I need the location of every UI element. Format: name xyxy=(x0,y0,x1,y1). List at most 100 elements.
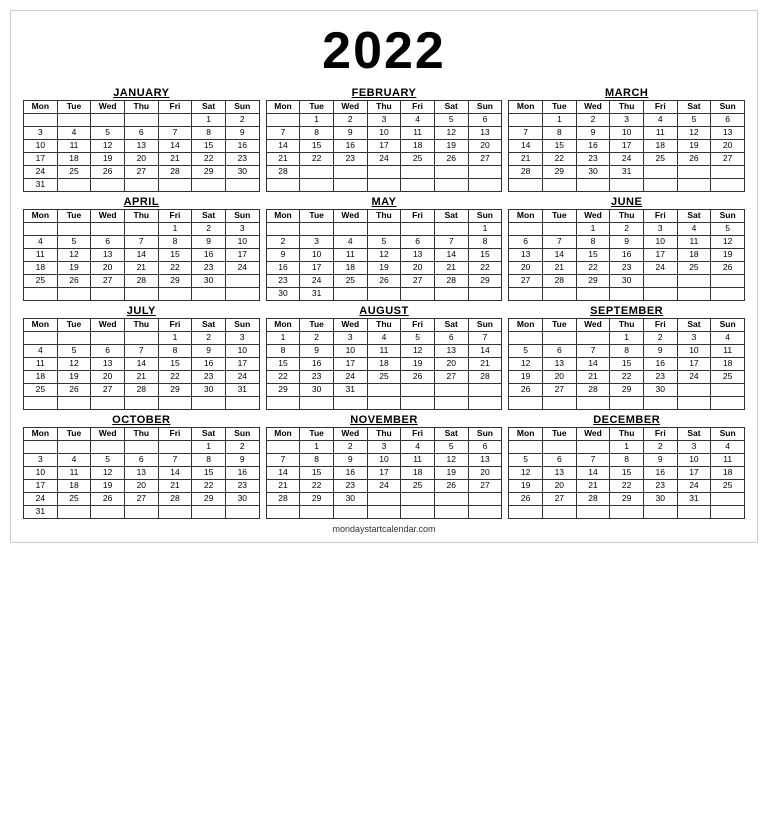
day-cell: 12 xyxy=(91,467,125,480)
table-row: 262728293031 xyxy=(509,493,745,506)
month-table: MonTueWedThuFriSatSun1234567891011121314… xyxy=(23,209,260,301)
day-cell: 25 xyxy=(57,166,91,179)
day-cell: 8 xyxy=(468,236,502,249)
day-cell xyxy=(711,384,745,397)
day-cell: 26 xyxy=(509,493,543,506)
day-cell: 25 xyxy=(401,153,435,166)
day-cell: 8 xyxy=(300,454,334,467)
day-cell xyxy=(367,179,401,192)
day-header: Thu xyxy=(367,101,401,114)
day-cell xyxy=(643,506,677,519)
day-cell: 5 xyxy=(367,236,401,249)
day-header: Tue xyxy=(57,101,91,114)
day-cell: 7 xyxy=(509,127,543,140)
day-cell xyxy=(509,114,543,127)
day-cell: 14 xyxy=(509,140,543,153)
table-row xyxy=(266,397,502,410)
day-cell xyxy=(333,397,367,410)
day-header: Thu xyxy=(610,210,644,223)
day-cell: 24 xyxy=(225,262,259,275)
day-cell: 31 xyxy=(24,506,58,519)
month-title: MAY xyxy=(266,196,503,208)
day-cell: 18 xyxy=(57,153,91,166)
day-header: Sat xyxy=(677,428,711,441)
day-cell: 1 xyxy=(610,441,644,454)
day-cell: 24 xyxy=(367,153,401,166)
day-cell: 24 xyxy=(643,262,677,275)
day-cell xyxy=(266,441,300,454)
day-header: Mon xyxy=(509,428,543,441)
day-cell xyxy=(509,223,543,236)
day-cell: 16 xyxy=(225,467,259,480)
day-cell: 6 xyxy=(401,236,435,249)
day-cell: 19 xyxy=(509,480,543,493)
day-header: Wed xyxy=(333,428,367,441)
day-cell: 26 xyxy=(434,153,468,166)
day-cell xyxy=(367,384,401,397)
day-cell: 7 xyxy=(434,236,468,249)
day-cell: 2 xyxy=(225,441,259,454)
day-header: Mon xyxy=(266,428,300,441)
day-cell: 7 xyxy=(542,236,576,249)
day-cell: 23 xyxy=(576,153,610,166)
day-cell: 30 xyxy=(643,384,677,397)
day-cell: 12 xyxy=(57,358,91,371)
day-cell: 21 xyxy=(468,358,502,371)
day-cell xyxy=(333,179,367,192)
day-cell: 29 xyxy=(266,384,300,397)
day-header: Mon xyxy=(266,101,300,114)
day-cell: 23 xyxy=(300,371,334,384)
day-cell: 26 xyxy=(57,275,91,288)
day-cell xyxy=(24,397,58,410)
day-cell: 14 xyxy=(266,140,300,153)
day-header: Sat xyxy=(677,319,711,332)
day-cell: 15 xyxy=(610,467,644,480)
day-cell: 14 xyxy=(434,249,468,262)
day-cell xyxy=(677,166,711,179)
day-cell xyxy=(542,288,576,301)
day-cell: 9 xyxy=(333,127,367,140)
day-header: Wed xyxy=(576,428,610,441)
day-cell: 16 xyxy=(300,358,334,371)
table-row: 24252627282930 xyxy=(24,166,260,179)
day-cell: 1 xyxy=(192,441,226,454)
day-cell: 2 xyxy=(643,441,677,454)
table-row: 2345678 xyxy=(266,236,502,249)
table-row: 9101112131415 xyxy=(266,249,502,262)
day-cell: 17 xyxy=(610,140,644,153)
day-cell: 24 xyxy=(333,371,367,384)
day-cell: 25 xyxy=(57,493,91,506)
day-cell: 19 xyxy=(57,262,91,275)
day-cell: 25 xyxy=(643,153,677,166)
day-cell: 9 xyxy=(192,345,226,358)
day-cell xyxy=(57,397,91,410)
day-cell: 9 xyxy=(610,236,644,249)
day-header: Wed xyxy=(91,428,125,441)
day-cell: 29 xyxy=(468,275,502,288)
month-block-january: JANUARYMonTueWedThuFriSatSun123456789101… xyxy=(23,87,260,192)
day-cell: 28 xyxy=(158,493,192,506)
day-cell xyxy=(468,166,502,179)
day-cell xyxy=(643,179,677,192)
table-row: 21222324252627 xyxy=(266,153,502,166)
day-cell: 14 xyxy=(576,358,610,371)
day-cell: 12 xyxy=(434,127,468,140)
day-cell: 20 xyxy=(91,262,125,275)
month-title: NOVEMBER xyxy=(266,414,503,426)
day-cell xyxy=(576,441,610,454)
day-cell: 26 xyxy=(401,371,435,384)
day-cell xyxy=(711,166,745,179)
day-cell xyxy=(367,397,401,410)
day-cell: 13 xyxy=(509,249,543,262)
day-cell: 6 xyxy=(434,332,468,345)
table-row: 12131415161718 xyxy=(509,467,745,480)
day-header: Thu xyxy=(367,319,401,332)
month-block-april: APRILMonTueWedThuFriSatSun12345678910111… xyxy=(23,196,260,301)
day-cell: 19 xyxy=(711,249,745,262)
day-cell: 6 xyxy=(124,127,158,140)
day-cell xyxy=(91,114,125,127)
day-cell xyxy=(610,397,644,410)
day-cell: 30 xyxy=(300,384,334,397)
day-cell xyxy=(434,179,468,192)
day-cell xyxy=(300,397,334,410)
